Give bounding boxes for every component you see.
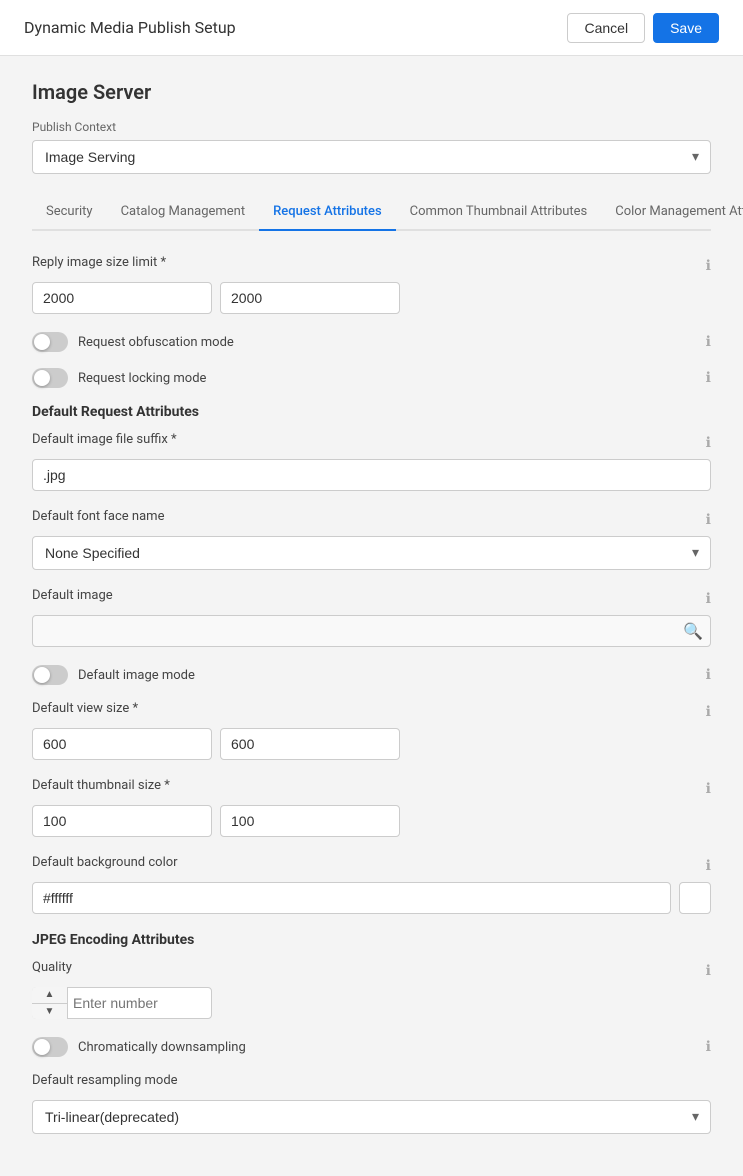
top-bar: Dynamic Media Publish Setup Cancel Save — [0, 0, 743, 56]
default-image-label: Default image — [32, 588, 113, 603]
chromatically-downsampling-row: Chromatically downsampling ℹ — [32, 1037, 711, 1057]
reply-image-size-input-2[interactable] — [220, 282, 400, 314]
default-image-input-wrapper: 🔍 — [32, 615, 711, 647]
quality-info-icon[interactable]: ℹ — [706, 963, 711, 979]
reply-image-size-input-1[interactable] — [32, 282, 212, 314]
tab-thumbnail[interactable]: Common Thumbnail Attributes — [396, 194, 602, 231]
default-image-mode-label: Default image mode — [78, 668, 195, 683]
tab-color[interactable]: Color Management Attributes — [601, 194, 743, 231]
reply-image-size-inputs — [32, 282, 711, 314]
default-view-size-input-1[interactable] — [32, 728, 212, 760]
default-view-size-label: Default view size * — [32, 701, 138, 716]
default-thumbnail-size-input-2[interactable] — [220, 805, 400, 837]
publish-context-wrapper: Image Serving Image Rendering Video ▾ — [32, 140, 711, 174]
tab-security[interactable]: Security — [32, 194, 107, 231]
default-background-color-input[interactable] — [32, 882, 671, 914]
tab-request[interactable]: Request Attributes — [259, 194, 396, 231]
default-image-mode-info-icon[interactable]: ℹ — [706, 667, 711, 683]
default-image-mode-toggle[interactable] — [32, 665, 68, 685]
top-bar-actions: Cancel Save — [567, 13, 719, 43]
default-image-search-icon[interactable]: 🔍 — [683, 622, 703, 641]
save-button[interactable]: Save — [653, 13, 719, 43]
reply-image-size-info-icon[interactable]: ℹ — [706, 258, 711, 274]
default-font-face-info-icon[interactable]: ℹ — [706, 512, 711, 528]
request-locking-info-icon[interactable]: ℹ — [706, 370, 711, 386]
page-title: Dynamic Media Publish Setup — [24, 18, 236, 37]
default-image-file-suffix-input[interactable] — [32, 459, 711, 491]
default-thumbnail-size-input-1[interactable] — [32, 805, 212, 837]
publish-context-select[interactable]: Image Serving Image Rendering Video — [32, 140, 711, 174]
jpeg-encoding-heading: JPEG Encoding Attributes — [32, 932, 711, 948]
chromatically-downsampling-info-icon[interactable]: ℹ — [706, 1039, 711, 1055]
main-content: Image Server Publish Context Image Servi… — [0, 56, 743, 1176]
default-background-color-wrapper — [32, 882, 711, 914]
default-font-face-name-label: Default font face name — [32, 509, 164, 524]
request-obfuscation-info-icon[interactable]: ℹ — [706, 334, 711, 350]
request-locking-label: Request locking mode — [78, 371, 206, 386]
default-font-face-wrapper: None Specified Arial Times New Roman Cou… — [32, 536, 711, 570]
default-font-face-select[interactable]: None Specified Arial Times New Roman Cou… — [32, 536, 711, 570]
quality-stepper-wrapper: ▲ ▼ — [32, 987, 212, 1019]
default-image-file-suffix-label: Default image file suffix * — [32, 432, 177, 447]
default-thumbnail-size-inputs — [32, 805, 711, 837]
request-obfuscation-toggle[interactable] — [32, 332, 68, 352]
quality-increment-button[interactable]: ▲ — [32, 987, 67, 1004]
default-thumbnail-size-info-icon[interactable]: ℹ — [706, 781, 711, 797]
tab-catalog[interactable]: Catalog Management — [107, 194, 260, 231]
request-obfuscation-row: Request obfuscation mode ℹ — [32, 332, 711, 352]
default-background-color-label: Default background color — [32, 855, 178, 870]
default-view-size-inputs — [32, 728, 711, 760]
default-resampling-mode-select[interactable]: Tri-linear(deprecated) Bicubic Bilinear … — [32, 1100, 711, 1134]
default-request-attributes-heading: Default Request Attributes — [32, 404, 711, 420]
default-image-info-icon[interactable]: ℹ — [706, 591, 711, 607]
reply-image-size-limit-label: Reply image size limit * — [32, 255, 166, 270]
request-locking-toggle[interactable] — [32, 368, 68, 388]
chromatically-downsampling-label: Chromatically downsampling — [78, 1040, 246, 1055]
color-swatch[interactable] — [679, 882, 711, 914]
default-image-mode-row: Default image mode ℹ — [32, 665, 711, 685]
default-resampling-mode-label: Default resampling mode — [32, 1073, 178, 1088]
image-server-title: Image Server — [32, 80, 711, 104]
default-view-size-input-2[interactable] — [220, 728, 400, 760]
request-locking-row: Request locking mode ℹ — [32, 368, 711, 388]
default-image-input[interactable] — [32, 615, 711, 647]
publish-context-label: Publish Context — [32, 120, 711, 134]
default-resampling-mode-wrapper: Tri-linear(deprecated) Bicubic Bilinear … — [32, 1100, 711, 1134]
request-obfuscation-label: Request obfuscation mode — [78, 335, 234, 350]
quality-label: Quality — [32, 960, 72, 975]
cancel-button[interactable]: Cancel — [567, 13, 645, 43]
quality-stepper-buttons: ▲ ▼ — [32, 987, 68, 1019]
tabs-bar: Security Catalog Management Request Attr… — [32, 194, 711, 231]
default-view-size-info-icon[interactable]: ℹ — [706, 704, 711, 720]
quality-decrement-button[interactable]: ▼ — [32, 1004, 67, 1020]
default-image-file-suffix-info-icon[interactable]: ℹ — [706, 435, 711, 451]
default-background-color-info-icon[interactable]: ℹ — [706, 858, 711, 874]
default-thumbnail-size-label: Default thumbnail size * — [32, 778, 170, 793]
chromatically-downsampling-toggle[interactable] — [32, 1037, 68, 1057]
